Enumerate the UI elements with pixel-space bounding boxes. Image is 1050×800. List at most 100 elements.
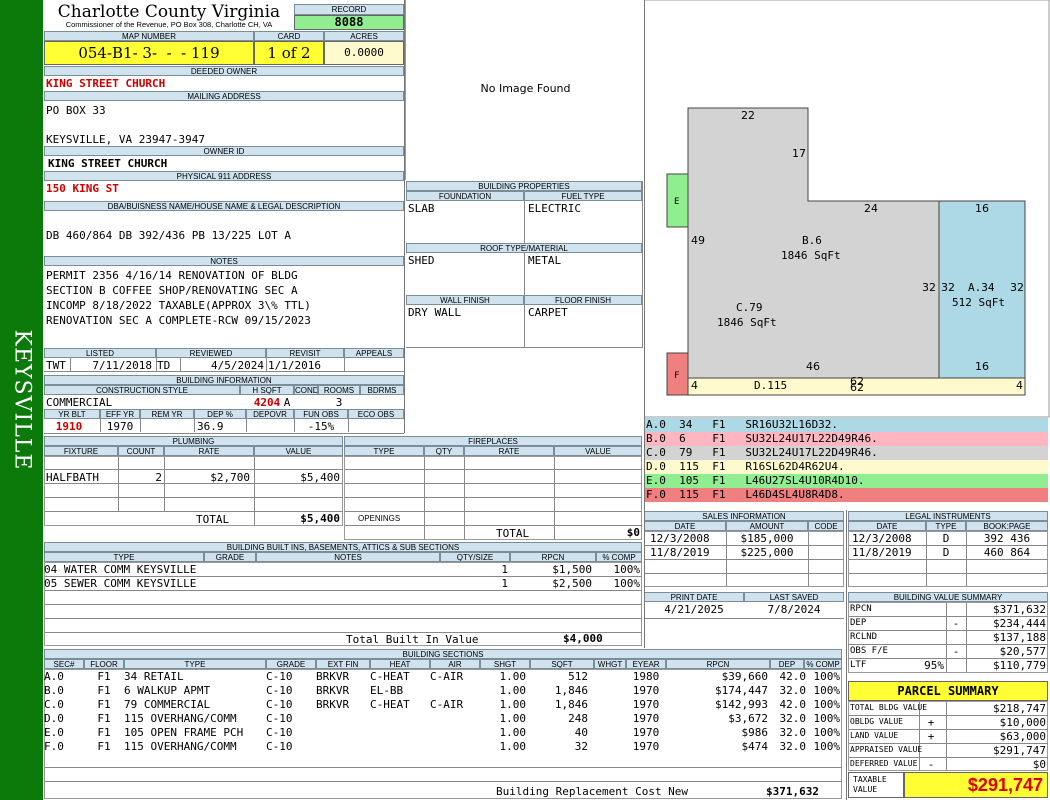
section-cell-heat: C-HEAT [370,698,410,711]
listed-label: LISTED [44,348,156,358]
sec-h-rpcn: RPCN [666,659,770,669]
foundation-label: FOUNDATION [406,191,524,201]
section-cell-floor: F1 [97,698,111,711]
county-subtitle: Commissioner of the Revenue, PO Box 308,… [65,20,273,29]
bi-h-cond: COND [294,385,318,395]
physical-address: 150 KING ST [46,182,119,195]
parcel-deferred-label: DEFERRED VALUE [850,759,918,768]
bvs-rclnd-label: RCLND [850,632,878,642]
legal-date: 12/3/2008 [852,532,912,545]
sec-h-type: TYPE [124,659,266,669]
section-cell-rpcn: $174,447 [715,684,768,697]
section-cell-shgt: 1.00 [499,740,527,753]
sale-date: 11/8/2019 [650,546,710,559]
floor-value: CARPET [528,306,568,319]
fp-total: $0 [626,526,640,539]
section-cell-floor: F1 [97,712,111,725]
sketch-legend: A.0 34 F1 SR16U32L16D32. B.0 6 F1 SU32L2… [644,418,1048,502]
wall-label: WALL FINISH [406,295,524,305]
bvs-label: BUILDING VALUE SUMMARY [848,592,1048,602]
builtins-total: $4,000 [563,632,603,645]
section-cell-type: 115 OVERHANG/COMM [124,740,237,753]
section-cell-dep: 32.0 [779,684,807,697]
plumb-rate: $2,700 [210,471,250,484]
card-number: 1 of 2 [254,41,324,65]
notes-text: PERMIT 2356 4/16/14 RENOVATION OF BLDG S… [46,268,311,328]
section-cell-ext: BRKVR [316,698,350,711]
section-cell-ext: BRKVR [316,670,350,683]
dim-22: 22 [741,109,755,122]
dba-label: DBA/BUISNESS NAME/HOUSE NAME & LEGAL DES… [44,201,404,211]
sec-h-air: AIR [430,659,480,669]
section-cell-heat: EL-BB [370,684,404,697]
fp-h-rate: RATE [464,446,554,456]
plumb-total: $5,400 [300,512,340,525]
bvs-ltf-pct: 95% [924,659,944,672]
bi-h-hsqft: H SQFT [240,385,294,395]
sales-h-date: DATE [644,521,726,531]
parcel-obldg-label: OBLDG VALUE [850,717,903,726]
builtin-comp: 100% [613,563,641,576]
plumb-count: 2 [155,471,162,484]
section-cell-type: 34 RETAIL [124,670,184,683]
plumb-value: $5,400 [300,471,340,484]
sec-h-floor: FLOOR [84,659,124,669]
parcel-deferred-sign: - [927,758,935,771]
owner-id-value: KING STREET CHURCH [48,157,168,170]
bi-type-h: TYPE [44,552,204,562]
acres-label: ACRES [324,31,404,41]
section-cell-grade: C-10 [266,726,293,739]
bvs-obs-sign: - [952,645,960,658]
sections-label: BUILDING SECTIONS [44,649,842,659]
section-cell-sec: C.0 [44,698,64,711]
section-cell-type: 79 COMMERCIAL [124,698,211,711]
bi-rooms: 3 [335,396,343,409]
sales-h-amount: AMOUNT [726,521,808,531]
bi-h-bdrms: BDRMS [360,385,404,395]
section-cell-dep: 42.0 [779,670,807,683]
section-cell-sec: D.0 [44,712,64,725]
section-cell-air: C-AIR [430,670,464,683]
taxable-label: TAXABLE VALUE [848,772,904,798]
section-cell-air: C-AIR [430,698,464,711]
dim-24: 24 [864,202,878,215]
dim-32c: 32 [1010,281,1024,294]
fp-h-type: TYPE [344,446,424,456]
bi-h-yrblt: YR BLT [44,409,100,419]
dim-32b: 32 [941,281,955,294]
roof-material: METAL [528,254,562,267]
parcel-obldg-sign: + [927,716,935,729]
legend-row: C.0 79 F1 SU32L24U17L22D49R46. [644,446,1048,460]
dim-4a: 4 [691,379,698,392]
fuel-label: FUEL TYPE [524,191,642,201]
dim-62b: 62 [850,381,864,394]
note-line: PERMIT 2356 4/16/14 RENOVATION OF BLDG [46,269,298,282]
section-cell-ext: BRKVR [316,684,350,697]
owner-id-label: OWNER ID [44,146,404,156]
section-cell-shgt: 1.00 [499,726,527,739]
section-cell-rpcn: $986 [741,726,769,739]
bi-yrblt: 1910 [55,420,83,433]
sale-amount: $225,000 [740,546,794,559]
sections-total: $371,632 [766,785,819,798]
section-cell-dep: 32.0 [779,740,807,753]
sec-h-extfin: EXT FIN [316,659,370,669]
section-cell-shgt: 1.00 [499,684,527,697]
label-f: F [674,371,679,381]
acres-value: 0.0000 [324,41,404,65]
fp-openings: OPENINGS [358,514,401,523]
section-cell-shgt: 1.00 [499,712,527,725]
bi-cs: COMMERCIAL [46,396,113,409]
bvs-obs-label: OBS F/E [850,646,888,656]
props-label: BUILDING PROPERTIES [406,181,642,191]
sec-h-sqft: SQFT [530,659,594,669]
plumbing-label: PLUMBING [44,436,343,446]
fireplaces-label: FIREPLACES [344,436,642,446]
sec-h-grade: GRADE [266,659,316,669]
section-cell-rpcn: $474 [741,740,769,753]
revisit-label: REVISIT [266,348,344,358]
section-cell-eyear: 1980 [632,670,660,683]
record-label: RECORD [294,4,404,15]
legal-date: 11/8/2019 [852,546,912,559]
dim-32a: 32 [922,281,936,294]
